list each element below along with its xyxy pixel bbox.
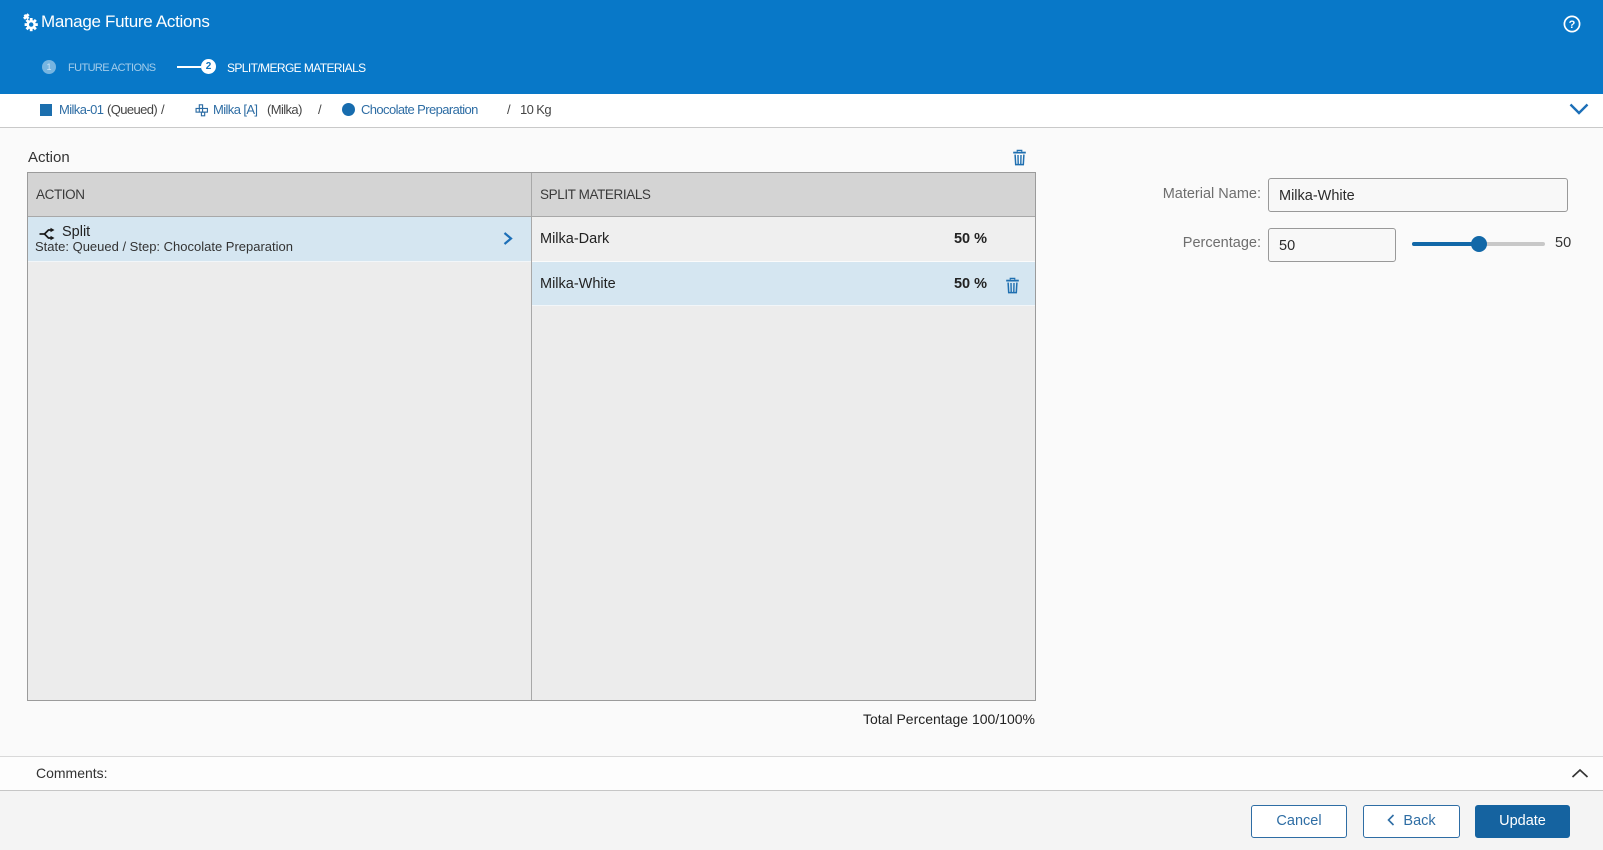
svg-text:?: ? <box>1569 19 1576 31</box>
